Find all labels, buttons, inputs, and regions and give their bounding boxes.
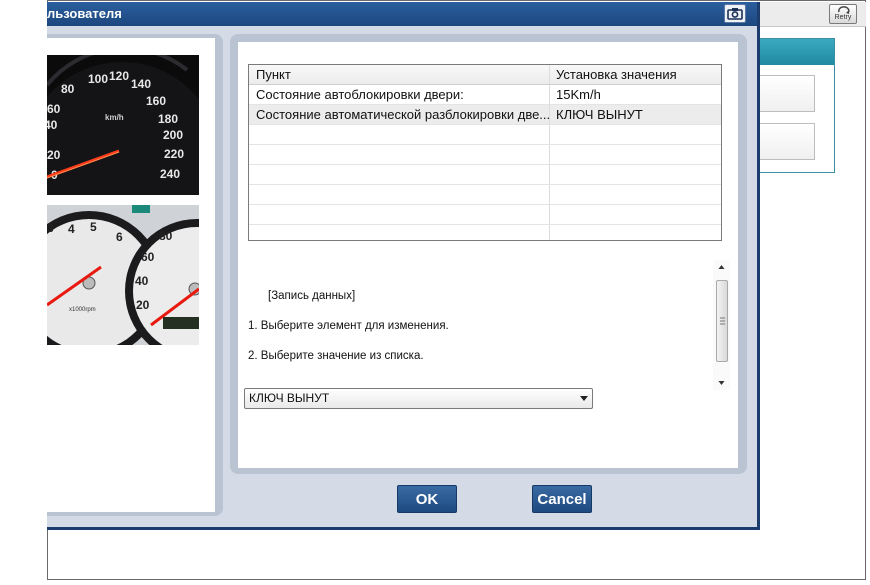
retry-icon xyxy=(838,6,850,14)
speedometer-image: 80 60 40 20 0 100 120 140 160 180 200 22… xyxy=(47,55,199,195)
speedo-tick-200: 200 xyxy=(163,128,183,142)
scrollbar-thumb[interactable] xyxy=(716,280,728,362)
table-cell-item: Состояние автоблокировки двери: xyxy=(249,85,550,104)
background-field-1[interactable] xyxy=(758,75,815,112)
speedo-tick-180: 180 xyxy=(158,112,178,126)
value-select-text: КЛЮЧ ВЫНУТ xyxy=(249,391,330,405)
instructions-scrollbar[interactable] xyxy=(713,260,730,390)
background-field-2[interactable] xyxy=(758,123,815,160)
tacho-tick-6: 6 xyxy=(116,230,123,244)
settings-panel-inner: Пункт Установка значения Состояние автоб… xyxy=(238,42,738,468)
speedo-unit: km/h xyxy=(105,113,124,122)
ok-button[interactable]: OK xyxy=(397,485,457,513)
settings-table: Пункт Установка значения Состояние автоб… xyxy=(248,64,722,241)
table-cell-item: Состояние автоматической разблокировки д… xyxy=(249,105,550,124)
speedo-tick-120: 120 xyxy=(109,69,129,83)
speedo-tick-240: 240 xyxy=(160,167,180,181)
speed-tick-20: 20 xyxy=(136,298,150,312)
table-row-empty xyxy=(249,185,721,205)
background-panel-header xyxy=(758,39,834,65)
speedo-tick-20: 20 xyxy=(47,148,61,162)
settings-panel: Пункт Установка значения Состояние автоб… xyxy=(230,34,747,474)
retry-button[interactable]: Retry xyxy=(829,4,857,24)
table-cell-value: 15Km/h xyxy=(556,87,601,102)
speedo-tick-100: 100 xyxy=(88,72,108,86)
chevron-down-icon xyxy=(580,396,588,401)
table-row-empty xyxy=(249,165,721,185)
instruction-step-2: 2. Выберите значение из списка. xyxy=(248,350,424,362)
tacho-unit: x1000rpm xyxy=(69,307,96,313)
speedo-tick-160: 160 xyxy=(146,94,166,108)
speed-tick-60: 60 xyxy=(141,250,155,264)
screenshot-button[interactable] xyxy=(724,4,746,23)
tacho-tick-5: 5 xyxy=(90,220,97,234)
column-header-item: Пункт xyxy=(249,65,550,84)
left-image-panel-inner: 80 60 40 20 0 100 120 140 160 180 200 22… xyxy=(47,38,215,512)
table-row-empty xyxy=(249,145,721,165)
speedo-tick-140: 140 xyxy=(131,77,151,91)
cancel-button[interactable]: Cancel xyxy=(532,485,592,513)
scroll-down-arrow-icon xyxy=(718,381,725,385)
table-row-selected[interactable]: Состояние автоматической разблокировки д… xyxy=(249,105,721,125)
table-row-empty xyxy=(249,205,721,225)
scroll-up-arrow-icon xyxy=(718,265,725,269)
speedo-tick-220: 220 xyxy=(164,147,184,161)
table-cell-value: КЛЮЧ ВЫНУТ xyxy=(556,107,643,122)
table-header: Пункт Установка значения xyxy=(249,65,721,85)
speedo-tick-80: 80 xyxy=(61,82,75,96)
background-panel xyxy=(758,38,835,173)
value-select[interactable]: КЛЮЧ ВЫНУТ xyxy=(244,388,593,409)
settings-dialog: льзователя 80 60 40 20 0 xyxy=(47,2,760,530)
tachometer-image: 3 4 5 6 80 60 40 20 x1000rpm xyxy=(47,205,199,345)
speed-tick-80: 80 xyxy=(159,229,173,243)
instruction-step-1: 1. Выберите элемент для изменения. xyxy=(248,320,449,332)
instructions-header: [Запись данных] xyxy=(268,290,356,302)
column-header-value: Установка значения xyxy=(556,67,677,82)
tacho-tick-3: 3 xyxy=(47,221,54,235)
table-row[interactable]: Состояние автоблокировки двери: 15Km/h xyxy=(249,85,721,105)
table-row-empty xyxy=(249,225,721,240)
left-image-panel: 80 60 40 20 0 100 120 140 160 180 200 22… xyxy=(47,34,223,516)
dialog-title: льзователя xyxy=(47,2,757,26)
speedo-tick-60: 60 xyxy=(47,102,61,116)
speed-tick-40: 40 xyxy=(135,274,149,288)
speedo-tick-40: 40 xyxy=(47,118,58,132)
tacho-tick-4: 4 xyxy=(68,222,75,236)
table-row-empty xyxy=(249,125,721,145)
camera-icon xyxy=(727,8,743,20)
